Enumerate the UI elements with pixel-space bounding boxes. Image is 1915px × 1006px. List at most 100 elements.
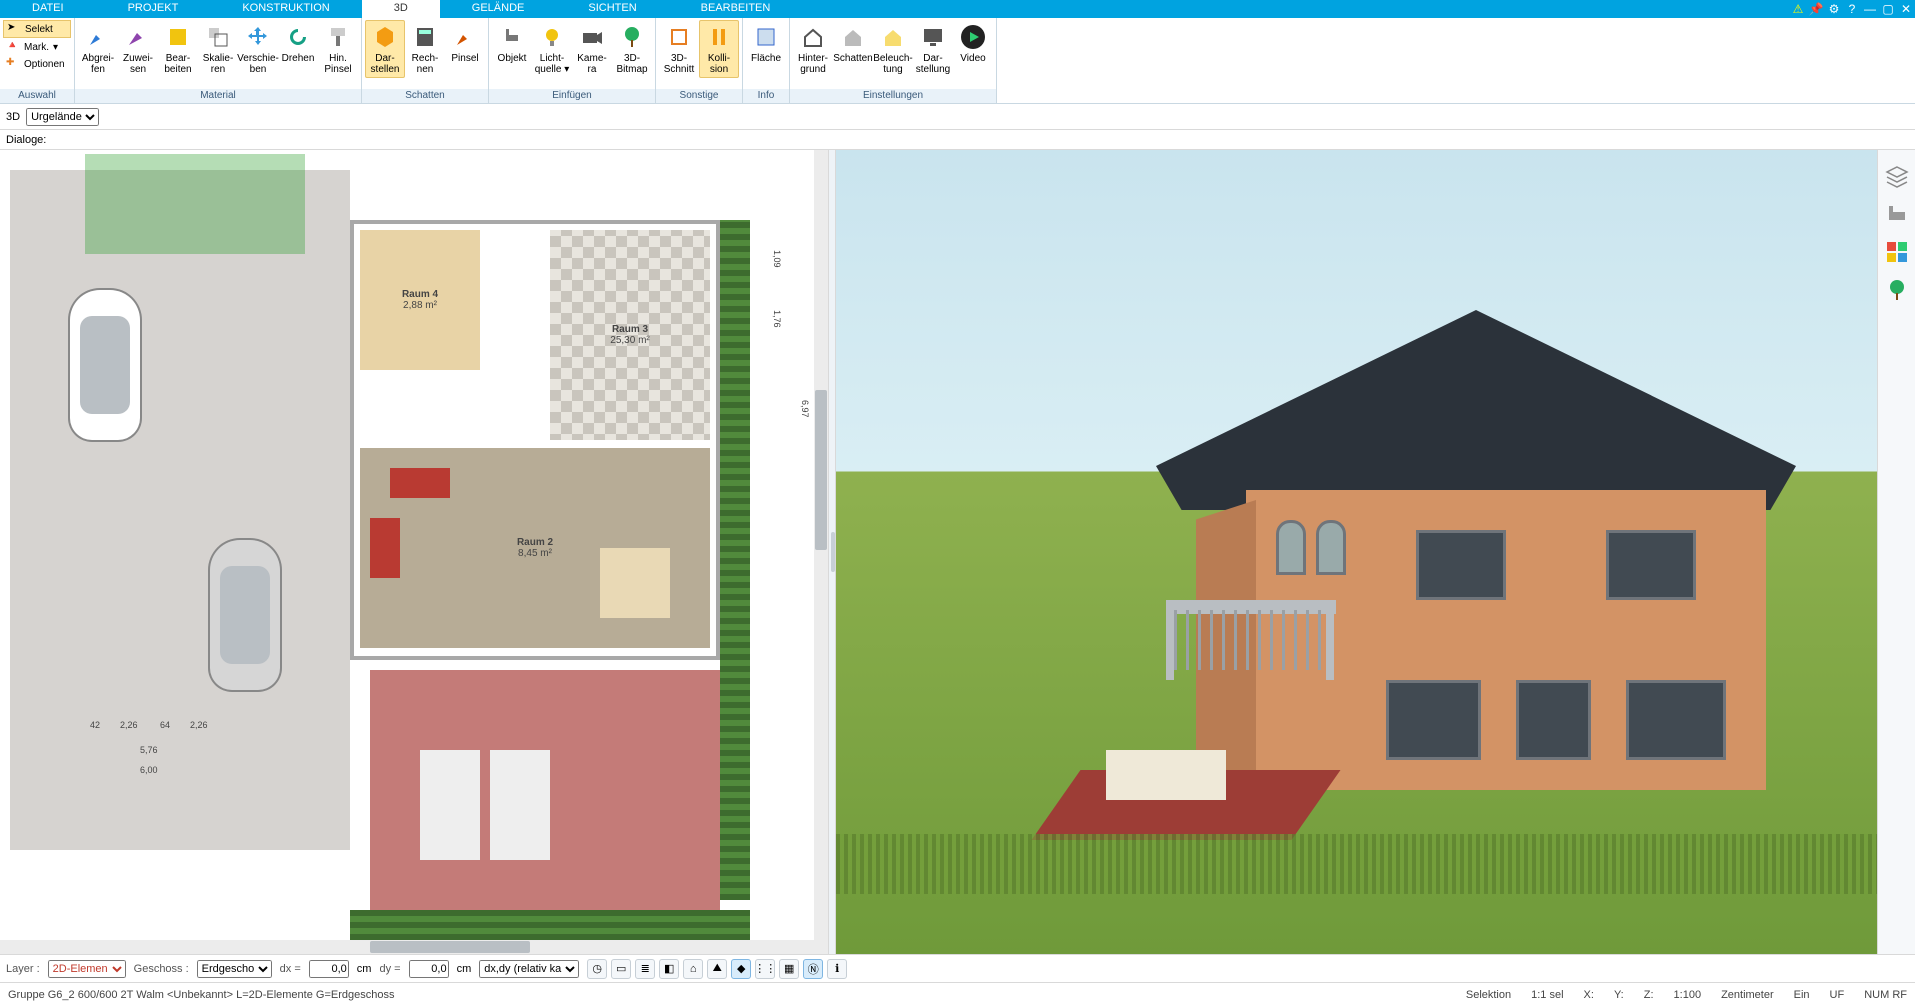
hedge-right <box>720 220 750 900</box>
pin-icon[interactable]: 📌 <box>1807 0 1825 18</box>
dx-unit: cm <box>357 963 372 975</box>
schatten-button[interactable]: Schatten <box>833 20 873 67</box>
grid-icon[interactable]: ▦ <box>779 959 799 979</box>
dx-input[interactable] <box>309 960 349 978</box>
move-icon <box>244 23 272 51</box>
ribbon-group-schatten: Dar- stellen Rech- nen Pinsel Schatten <box>362 18 489 103</box>
darstellung-button[interactable]: Dar- stellung <box>913 20 953 78</box>
kollision-button[interactable]: Kolli- sion <box>699 20 739 78</box>
view-buttons: ◷ ▭ ≣ ◧ ⌂ ⛰ ◆ ⋮⋮ ▦ Ⓝ ℹ <box>587 959 847 979</box>
dimension: 64 <box>160 720 170 730</box>
status-num: NUM RF <box>1864 989 1907 1001</box>
view-splitter[interactable] <box>828 150 836 954</box>
side-panel <box>1877 150 1915 954</box>
paintbrush-icon <box>451 23 479 51</box>
dimension: 6,97 <box>800 400 810 418</box>
dy-label: dy = <box>379 963 400 975</box>
dimension: 6,00 <box>140 765 158 775</box>
video-button[interactable]: Video <box>953 20 993 67</box>
clock-icon[interactable]: ◷ <box>587 959 607 979</box>
3d-bitmap-button[interactable]: 3D- Bitmap <box>612 20 652 78</box>
cube-icon[interactable]: ◧ <box>659 959 679 979</box>
tab-projekt[interactable]: PROJEKT <box>96 0 211 18</box>
maximize-button[interactable]: ▢ <box>1879 0 1897 18</box>
ribbon-group-label: Schatten <box>362 89 488 103</box>
layers-icon[interactable] <box>1885 164 1909 188</box>
warning-icon[interactable]: ⚠ <box>1789 0 1807 18</box>
furniture-icon[interactable] <box>1885 202 1909 226</box>
skalieren-button[interactable]: Skalie- ren <box>198 20 238 78</box>
materials-icon[interactable] <box>1885 240 1909 264</box>
roof2-icon[interactable]: ⛰ <box>707 959 727 979</box>
plan-2d-viewport[interactable]: Raum 4 2,88 m² Raum 1 20,11 m² Raum 3 25… <box>0 150 828 954</box>
verschieben-button[interactable]: Verschie- ben <box>238 20 278 78</box>
stack-icon[interactable]: ≣ <box>635 959 655 979</box>
darstellen-button[interactable]: Dar- stellen <box>365 20 405 78</box>
rechnen-button[interactable]: Rech- nen <box>405 20 445 78</box>
bulb-icon <box>538 23 566 51</box>
tab-sichten[interactable]: SICHTEN <box>556 0 668 18</box>
room-area: 2,88 m² <box>403 300 437 311</box>
selekt-button[interactable]: ➤Selekt <box>3 20 71 38</box>
dimension: 42 <box>90 720 100 730</box>
scale-icon <box>204 23 232 51</box>
car-1 <box>70 290 140 440</box>
tab-datei[interactable]: DATEI <box>0 0 96 18</box>
plants-icon[interactable] <box>1885 278 1909 302</box>
view3d-icon[interactable]: ◆ <box>731 959 751 979</box>
tab-konstruktion[interactable]: KONSTRUKTION <box>210 0 361 18</box>
mark-button[interactable]: 🔺Mark. ▾ <box>3 39 71 55</box>
drehen-button[interactable]: Drehen <box>278 20 318 67</box>
menu-bar: DATEI PROJEKT KONSTRUKTION 3D GELÄNDE SI… <box>0 0 1915 18</box>
dialoge-label: Dialoge: <box>6 134 46 146</box>
render-3d-viewport[interactable] <box>836 150 1877 954</box>
dy-input[interactable] <box>409 960 449 978</box>
status-scale: 1:100 <box>1674 989 1702 1001</box>
grid-dots-icon[interactable]: ⋮⋮ <box>755 959 775 979</box>
layer-select[interactable]: Urgelände <box>26 108 99 126</box>
tab-bearbeiten[interactable]: BEARBEITEN <box>669 0 803 18</box>
north-icon[interactable]: Ⓝ <box>803 959 823 979</box>
flaeche-button[interactable]: Fläche <box>746 20 786 67</box>
lichtquelle-button[interactable]: Licht- quelle ▾ <box>532 20 572 78</box>
info-icon[interactable]: ℹ <box>827 959 847 979</box>
car-2 <box>210 540 280 690</box>
abgreifen-button[interactable]: Abgrei- fen <box>78 20 118 78</box>
beleuchtung-button[interactable]: Beleuch- tung <box>873 20 913 78</box>
help-icon[interactable]: ? <box>1843 0 1861 18</box>
status-left: Gruppe G6_2 600/600 2T Walm <Unbekannt> … <box>8 989 394 1001</box>
status-ein: Ein <box>1794 989 1810 1001</box>
zuweisen-button[interactable]: Zuwei- sen <box>118 20 158 78</box>
objekt-button[interactable]: Objekt <box>492 20 532 67</box>
ribbon-group-info: Fläche Info <box>743 18 790 103</box>
roof-icon[interactable]: ⌂ <box>683 959 703 979</box>
tab-gelaende[interactable]: GELÄNDE <box>440 0 557 18</box>
tab-3d[interactable]: 3D <box>362 0 440 18</box>
hscrollbar-2d[interactable] <box>0 940 828 954</box>
pinsel-button[interactable]: Pinsel <box>445 20 485 67</box>
geschoss-select[interactable]: Erdgescho <box>197 960 272 978</box>
status-uf: UF <box>1830 989 1845 1001</box>
lounger-2 <box>490 750 550 860</box>
3d-schnitt-button[interactable]: 3D- Schnitt <box>659 20 699 78</box>
gear-icon[interactable]: ⚙ <box>1825 0 1843 18</box>
hintergrundpinsel-button[interactable]: Hin. Pinsel <box>318 20 358 78</box>
screen-icon[interactable]: ▭ <box>611 959 631 979</box>
assign-icon <box>124 23 152 51</box>
layer-select-bottom[interactable]: 2D-Elemen <box>48 960 126 978</box>
sofa-icon <box>390 468 450 498</box>
main-area: Raum 4 2,88 m² Raum 1 20,11 m² Raum 3 25… <box>0 150 1915 954</box>
bearbeiten-button[interactable]: Bear- beiten <box>158 20 198 78</box>
hintergrund-button[interactable]: Hinter- grund <box>793 20 833 78</box>
close-button[interactable]: ✕ <box>1897 0 1915 18</box>
coords-mode-select[interactable]: dx,dy (relativ ka <box>479 960 579 978</box>
plus-icon: ✚ <box>6 57 20 71</box>
kamera-button[interactable]: Kame- ra <box>572 20 612 78</box>
vscrollbar-2d[interactable] <box>814 150 828 940</box>
chair-icon <box>498 23 526 51</box>
edit-icon <box>164 23 192 51</box>
display-icon <box>919 23 947 51</box>
minimize-button[interactable]: — <box>1861 0 1879 18</box>
optionen-button[interactable]: ✚Optionen <box>3 56 71 72</box>
room-area: 25,30 m² <box>610 335 649 346</box>
